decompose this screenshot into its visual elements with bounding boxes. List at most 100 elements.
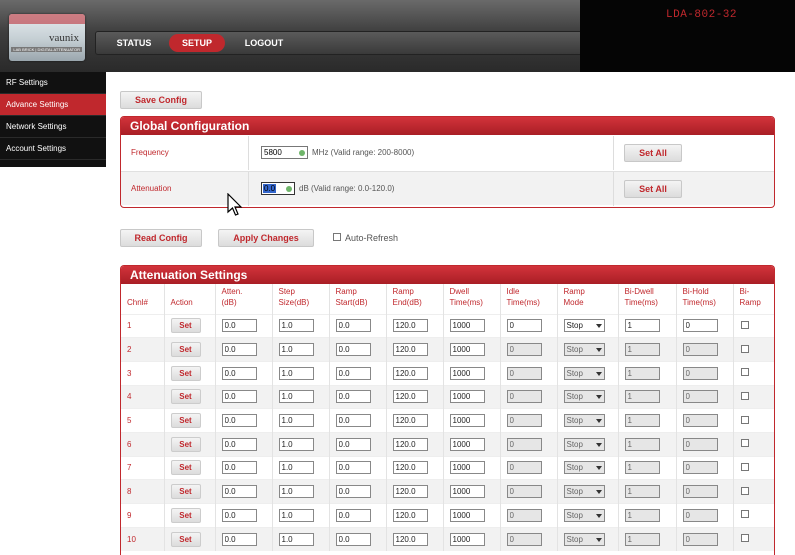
ramp-start-input[interactable] <box>335 390 371 404</box>
nav-logout[interactable]: LOGOUT <box>243 34 285 52</box>
ramp-start-input[interactable] <box>335 366 371 380</box>
dwell-time-input[interactable] <box>449 366 485 380</box>
atten-input[interactable] <box>221 437 257 451</box>
bi-ramp-checkbox[interactable] <box>740 368 749 377</box>
dwell-time-input[interactable] <box>449 437 485 451</box>
bi-ramp-checkbox[interactable] <box>740 320 749 329</box>
idle-time-input[interactable] <box>506 414 542 428</box>
idle-time-input[interactable] <box>506 319 542 333</box>
ramp-end-input[interactable] <box>392 414 428 428</box>
bi-hold-input[interactable] <box>682 343 718 357</box>
ramp-end-input[interactable] <box>392 461 428 475</box>
atten-input[interactable] <box>221 319 257 333</box>
set-all-frequency-button[interactable]: Set All <box>624 144 682 162</box>
ramp-end-input[interactable] <box>392 343 428 357</box>
ramp-end-input[interactable] <box>392 508 428 522</box>
ramp-start-input[interactable] <box>335 437 371 451</box>
spinner-icon[interactable] <box>299 150 305 156</box>
set-button[interactable]: Set <box>170 531 201 547</box>
bi-dwell-input[interactable] <box>624 437 660 451</box>
sidebar-item-advance-settings[interactable]: Advance Settings <box>0 94 106 116</box>
sidebar-item-account-settings[interactable]: Account Settings <box>0 138 106 160</box>
bi-dwell-input[interactable] <box>624 366 660 380</box>
attenuation-input-box[interactable] <box>261 182 295 195</box>
ramp-mode-select[interactable]: Stop <box>563 485 605 499</box>
save-config-button[interactable]: Save Config <box>120 91 202 109</box>
ramp-end-input[interactable] <box>392 485 428 499</box>
bi-hold-input[interactable] <box>682 508 718 522</box>
frequency-input-box[interactable] <box>261 146 308 159</box>
apply-changes-button[interactable]: Apply Changes <box>218 229 314 247</box>
atten-input[interactable] <box>221 532 257 546</box>
step-size-input[interactable] <box>278 366 314 380</box>
step-size-input[interactable] <box>278 414 314 428</box>
step-size-input[interactable] <box>278 390 314 404</box>
dwell-time-input[interactable] <box>449 532 485 546</box>
bi-ramp-checkbox[interactable] <box>740 391 749 400</box>
attenuation-input[interactable] <box>264 183 284 194</box>
bi-ramp-checkbox[interactable] <box>740 510 749 519</box>
nav-setup[interactable]: SETUP <box>169 34 225 52</box>
step-size-input[interactable] <box>278 508 314 522</box>
ramp-mode-select[interactable]: Stop <box>563 508 605 522</box>
idle-time-input[interactable] <box>506 532 542 546</box>
bi-hold-input[interactable] <box>682 319 718 333</box>
bi-dwell-input[interactable] <box>624 508 660 522</box>
ramp-mode-select[interactable]: Stop <box>563 437 605 451</box>
ramp-start-input[interactable] <box>335 343 371 357</box>
idle-time-input[interactable] <box>506 485 542 499</box>
ramp-end-input[interactable] <box>392 532 428 546</box>
bi-hold-input[interactable] <box>682 366 718 380</box>
dwell-time-input[interactable] <box>449 319 485 333</box>
bi-ramp-checkbox[interactable] <box>740 344 749 353</box>
ramp-mode-select[interactable]: Stop <box>563 414 605 428</box>
bi-dwell-input[interactable] <box>624 485 660 499</box>
set-button[interactable]: Set <box>170 507 201 523</box>
bi-dwell-input[interactable] <box>624 414 660 428</box>
bi-dwell-input[interactable] <box>624 390 660 404</box>
frequency-input[interactable] <box>264 147 298 158</box>
dwell-time-input[interactable] <box>449 485 485 499</box>
auto-refresh-checkbox[interactable] <box>333 233 341 241</box>
bi-ramp-checkbox[interactable] <box>740 415 749 424</box>
idle-time-input[interactable] <box>506 437 542 451</box>
set-button[interactable]: Set <box>170 436 201 452</box>
ramp-end-input[interactable] <box>392 319 428 333</box>
ramp-end-input[interactable] <box>392 366 428 380</box>
bi-hold-input[interactable] <box>682 390 718 404</box>
idle-time-input[interactable] <box>506 461 542 475</box>
step-size-input[interactable] <box>278 319 314 333</box>
dwell-time-input[interactable] <box>449 508 485 522</box>
spinner-icon[interactable] <box>286 186 292 192</box>
bi-hold-input[interactable] <box>682 414 718 428</box>
atten-input[interactable] <box>221 485 257 499</box>
bi-hold-input[interactable] <box>682 485 718 499</box>
bi-ramp-checkbox[interactable] <box>740 486 749 495</box>
ramp-start-input[interactable] <box>335 319 371 333</box>
atten-input[interactable] <box>221 366 257 380</box>
ramp-start-input[interactable] <box>335 532 371 546</box>
set-button[interactable]: Set <box>170 389 201 405</box>
set-button[interactable]: Set <box>170 413 201 429</box>
step-size-input[interactable] <box>278 343 314 357</box>
bi-dwell-input[interactable] <box>624 532 660 546</box>
set-button[interactable]: Set <box>170 365 201 381</box>
idle-time-input[interactable] <box>506 343 542 357</box>
ramp-mode-select[interactable]: Stop <box>563 461 605 475</box>
bi-dwell-input[interactable] <box>624 461 660 475</box>
ramp-start-input[interactable] <box>335 414 371 428</box>
ramp-end-input[interactable] <box>392 390 428 404</box>
idle-time-input[interactable] <box>506 508 542 522</box>
idle-time-input[interactable] <box>506 390 542 404</box>
atten-input[interactable] <box>221 390 257 404</box>
ramp-start-input[interactable] <box>335 485 371 499</box>
bi-ramp-checkbox[interactable] <box>740 439 749 448</box>
ramp-mode-select[interactable]: Stop <box>563 390 605 404</box>
sidebar-item-rf-settings[interactable]: RF Settings <box>0 72 106 94</box>
set-button[interactable]: Set <box>170 460 201 476</box>
ramp-mode-select[interactable]: Stop <box>563 532 605 546</box>
dwell-time-input[interactable] <box>449 390 485 404</box>
idle-time-input[interactable] <box>506 366 542 380</box>
set-button[interactable]: Set <box>170 318 201 334</box>
nav-status[interactable]: STATUS <box>114 34 154 52</box>
